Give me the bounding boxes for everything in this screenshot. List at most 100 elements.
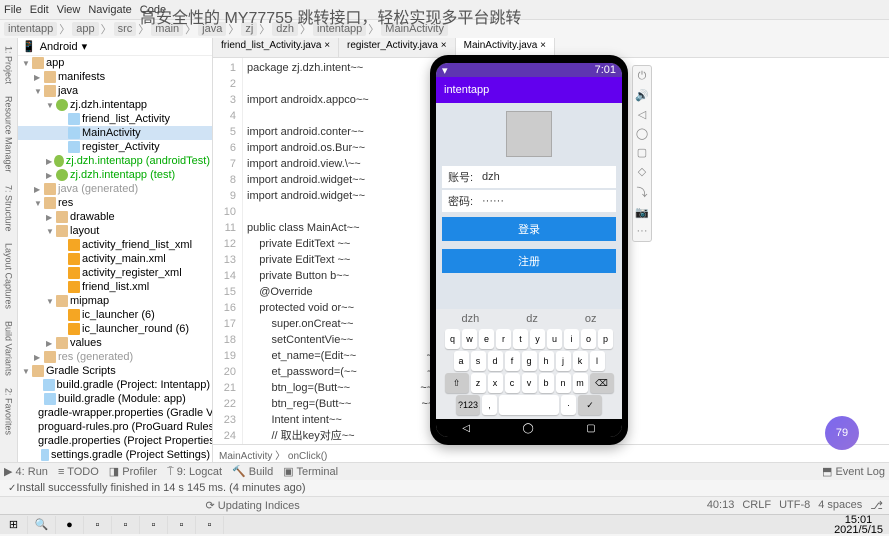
key[interactable]: g [522,351,537,371]
tree-node[interactable]: build.gradle (Project: Intentapp) [18,378,212,392]
tree-node[interactable]: activity_register_xml [18,266,212,280]
soft-keyboard[interactable]: dzhdzoz qwertyuiop asdfghjkl ⇧zxcvbnm⌫ ?… [436,309,622,419]
tree-node[interactable]: ▼res [18,196,212,210]
menu-navigate[interactable]: Navigate [88,4,131,16]
bottom-tab[interactable]: ◨ Profiler [109,466,157,478]
tree-node[interactable]: ▶zj.dzh.intentapp (test) [18,168,212,182]
tree-node[interactable]: activity_friend_list_xml [18,238,212,252]
login-button[interactable]: 登录 [442,217,616,241]
editor-breadcrumb[interactable]: MainActivity 〉 onClick() [213,444,889,462]
tree-node[interactable]: activity_main.xml [18,252,212,266]
emu-sidebar-btn[interactable]: ⤵ [637,184,648,200]
key[interactable]: ?123 [456,395,480,415]
nav-back[interactable]: ◁ [462,423,470,434]
crumb-item[interactable]: app [72,22,98,36]
tree-node[interactable]: MainActivity [18,126,212,140]
key[interactable]: h [539,351,554,371]
task-app3[interactable]: ▫ [112,516,140,534]
menu-view[interactable]: View [57,4,81,16]
tree-node[interactable]: ▶zj.dzh.intentapp (androidTest) [18,154,212,168]
tree-node[interactable]: ▼java [18,84,212,98]
taskbar-clock[interactable]: 15:012021/5/15 [828,515,889,535]
floating-badge[interactable]: 79 [825,416,859,450]
encoding[interactable]: UTF-8 [779,499,810,512]
bottom-tab[interactable]: ⍑ 9: Logcat [167,466,222,478]
key[interactable]: z [471,373,486,393]
tree-node[interactable]: settings.gradle (Project Settings) [18,448,212,462]
nav-recent[interactable]: ▢ [586,423,595,434]
key[interactable]: q [445,329,460,349]
key[interactable]: v [522,373,537,393]
editor-tab[interactable]: friend_list_Activity.java × [213,38,339,57]
key[interactable]: k [573,351,588,371]
tree-node[interactable]: ▼mipmap [18,294,212,308]
emu-sidebar-btn[interactable]: ◯ [636,127,648,140]
key[interactable]: · [561,395,576,415]
username-field[interactable]: 账号:dzh [442,166,616,188]
key[interactable]: f [505,351,520,371]
key[interactable]: s [471,351,486,371]
avatar-image[interactable] [506,111,552,157]
indent[interactable]: 4 spaces [818,499,862,512]
nav-home[interactable]: ◯ [523,423,534,434]
line-ending[interactable]: CRLF [742,499,771,512]
tree-node[interactable]: gradle-wrapper.properties (Gradle Versio… [18,406,212,420]
task-app6[interactable]: ▫ [196,516,224,534]
key[interactable]: o [581,329,596,349]
start-button[interactable]: ⊞ [0,516,28,534]
tree-node[interactable]: ▶values [18,336,212,350]
key[interactable]: , [482,395,497,415]
emu-sidebar-btn[interactable]: ▢ [637,146,647,159]
rail-tab[interactable]: 1: Project [3,42,15,88]
key[interactable]: ⇧ [445,373,469,393]
key[interactable]: y [530,329,545,349]
key[interactable]: b [539,373,554,393]
key[interactable]: ✓ [578,395,602,415]
tree-node[interactable]: ▼zj.dzh.intentapp [18,98,212,112]
key[interactable]: j [556,351,571,371]
tree-node[interactable]: ic_launcher (6) [18,308,212,322]
tree-node[interactable]: ▼app [18,56,212,70]
rail-tab[interactable]: Build Variants [3,317,15,380]
menu-file[interactable]: File [4,4,22,16]
key[interactable]: w [462,329,477,349]
key[interactable]: t [513,329,528,349]
bottom-tab[interactable]: ▣ Terminal [283,466,338,478]
tree-node[interactable]: ic_launcher_round (6) [18,322,212,336]
tree-node[interactable]: build.gradle (Module: app) [18,392,212,406]
task-search[interactable]: 🔍 [28,516,56,534]
event-log-tab[interactable]: ⬒ Event Log [822,465,885,478]
key[interactable]: i [564,329,579,349]
key[interactable]: r [496,329,511,349]
key[interactable] [499,395,559,415]
task-app5[interactable]: ▫ [168,516,196,534]
tree-node[interactable]: ▶java (generated) [18,182,212,196]
rail-tab[interactable]: Layout Captures [3,239,15,313]
tree-node[interactable]: ▶manifests [18,70,212,84]
key[interactable]: u [547,329,562,349]
key[interactable]: n [556,373,571,393]
key[interactable]: ⌫ [590,373,614,393]
tree-node[interactable]: ▶res (generated) [18,350,212,364]
bottom-tab[interactable]: 🔨 Build [232,466,273,478]
emu-sidebar-btn[interactable]: 📷 [635,206,649,219]
task-app4[interactable]: ▫ [140,516,168,534]
tree-node[interactable]: gradle.properties (Project Properties) [18,434,212,448]
crumb-item[interactable]: src [114,22,137,36]
password-field[interactable]: 密码:······ [442,190,616,212]
key[interactable]: c [505,373,520,393]
git-icon[interactable]: ⎇ [870,499,883,512]
tree-node[interactable]: friend_list_Activity [18,112,212,126]
task-app1[interactable]: ● [56,516,84,534]
tree-node[interactable]: proguard-rules.pro (ProGuard Rules for a… [18,420,212,434]
key[interactable]: x [488,373,503,393]
emu-sidebar-btn[interactable]: 🔊 [635,89,649,102]
tree-node[interactable]: register_Activity [18,140,212,154]
emu-sidebar-btn[interactable]: ··· [637,225,648,237]
rail-tab[interactable]: 2: Favorites [3,384,15,439]
tree-node[interactable]: ▶drawable [18,210,212,224]
key[interactable]: e [479,329,494,349]
emu-sidebar-btn[interactable]: ⏻ [638,70,647,83]
editor-tab[interactable]: register_Activity.java × [339,38,456,57]
rail-tab[interactable]: Resource Manager [3,92,15,177]
